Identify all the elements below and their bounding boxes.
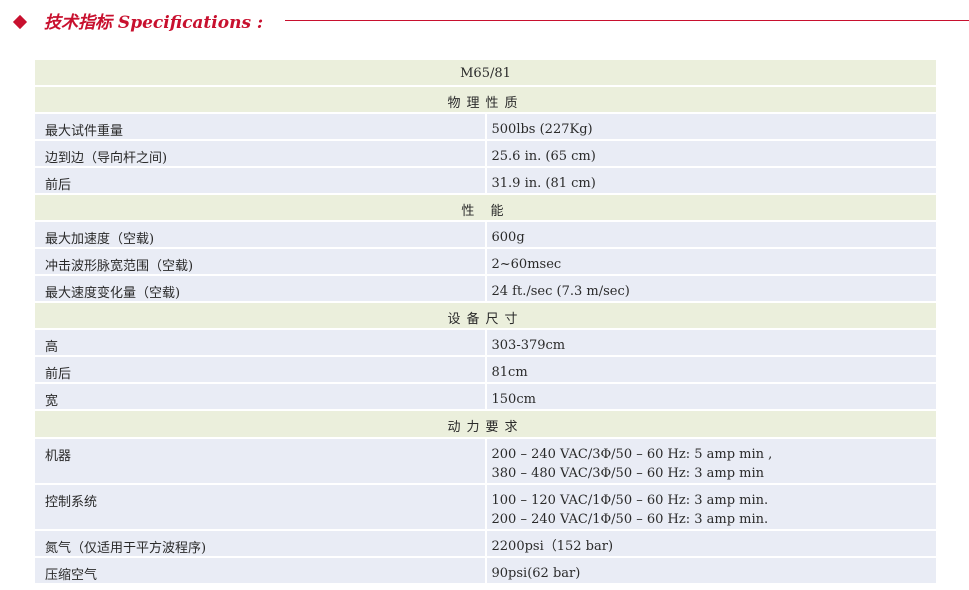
section-title: 物理性质 (33, 85, 938, 114)
spec-row: 最大试件重量 500lbs (227Kg) (33, 112, 938, 141)
spec-value: 2200psi（152 bar) (484, 529, 938, 558)
spec-label: 前后 (33, 355, 487, 384)
section-title: 动力要求 (33, 409, 938, 439)
spec-value: 90psi(62 bar) (484, 556, 938, 585)
specifications-table-body: M65/81 物理性质 最大试件重量 500lbs (227Kg) 边到边（导向杆之间… (33, 58, 938, 585)
spec-label: 最大速度变化量（空载) (33, 274, 487, 303)
section-title: 性 能 (33, 193, 938, 222)
spec-row: 最大速度变化量（空载) 24 ft./sec (7.3 m/sec) (33, 274, 938, 303)
specifications-table: M65/81 物理性质 最大试件重量 500lbs (227Kg) 边到边（导向杆之间… (33, 58, 938, 585)
spec-row: 冲击波形脉宽范围（空载) 2~60msec (33, 247, 938, 276)
section-header-row: 性 能 (33, 193, 938, 222)
spec-value-line: 150cm (491, 392, 536, 407)
spec-value-line: 81cm (491, 365, 528, 380)
spec-row: 控制系统 100 – 120 VAC/1Φ/50 – 60 Hz: 3 amp m… (33, 483, 938, 531)
spec-label: 最大试件重量 (33, 112, 487, 141)
spec-value-line: 90psi(62 bar) (491, 566, 581, 581)
spec-value: 2~60msec (484, 247, 938, 276)
spec-label: 控制系统 (33, 483, 487, 531)
section-header-row: 设备尺寸 (33, 301, 938, 330)
spec-label: 压缩空气 (33, 556, 487, 585)
spec-label: 氮气（仅适用于平方波程序) (33, 529, 487, 558)
spec-value-line: 303-379cm (491, 338, 566, 353)
spec-value: 303-379cm (484, 328, 938, 357)
spec-row: 机器 200 – 240 VAC/3Φ/50 – 60 Hz: 5 amp min… (33, 437, 938, 485)
spec-label: 机器 (33, 437, 487, 485)
spec-row: 宽 150cm (33, 382, 938, 411)
spec-value: 24 ft./sec (7.3 m/sec) (484, 274, 938, 303)
spec-value-line: 100 – 120 VAC/1Φ/50 – 60 Hz: 3 amp min. (491, 493, 769, 508)
spec-value-line: 500lbs (227Kg) (491, 122, 593, 137)
spec-value-line: 25.6 in. (65 cm) (491, 149, 596, 164)
spec-value-line: 600g (491, 230, 525, 245)
spec-row: 前后 31.9 in. (81 cm) (33, 166, 938, 195)
header-divider (285, 20, 969, 21)
spec-row: 压缩空气 90psi(62 bar) (33, 556, 938, 585)
section-header: 技术指标 Specifications : (10, 6, 969, 36)
spec-value-line: 2~60msec (491, 257, 562, 272)
spec-value-line: 200 – 240 VAC/1Φ/50 – 60 Hz: 3 amp min. (491, 512, 769, 527)
spec-label: 冲击波形脉宽范围（空载) (33, 247, 487, 276)
section-title: 设备尺寸 (33, 301, 938, 330)
spec-label: 前后 (33, 166, 487, 195)
spec-value-line: 24 ft./sec (7.3 m/sec) (491, 284, 630, 299)
specifications-table-container: M65/81 物理性质 最大试件重量 500lbs (227Kg) 边到边（导向杆之间… (33, 58, 938, 585)
spec-value: 600g (484, 220, 938, 249)
section-header-row: 物理性质 (33, 85, 938, 114)
spec-label: 宽 (33, 382, 487, 411)
diamond-bullet-icon (12, 14, 28, 30)
spec-value-line: 2200psi（152 bar) (491, 539, 614, 554)
spec-row: 前后 81cm (33, 355, 938, 384)
spec-value: 500lbs (227Kg) (484, 112, 938, 141)
spec-value: 150cm (484, 382, 938, 411)
model-row: M65/81 (33, 58, 938, 87)
spec-value: 25.6 in. (65 cm) (484, 139, 938, 168)
spec-label: 边到边（导向杆之间) (33, 139, 487, 168)
spec-value-line: 200 – 240 VAC/3Φ/50 – 60 Hz: 5 amp min , (491, 447, 773, 462)
spec-value: 100 – 120 VAC/1Φ/50 – 60 Hz: 3 amp min. 2… (484, 483, 938, 531)
page-title: 技术指标 Specifications : (44, 13, 264, 33)
spec-label: 高 (33, 328, 487, 357)
spec-row: 最大加速度（空载) 600g (33, 220, 938, 249)
section-header-row: 动力要求 (33, 409, 938, 439)
spec-value: 200 – 240 VAC/3Φ/50 – 60 Hz: 5 amp min ,… (484, 437, 938, 485)
spec-row: 氮气（仅适用于平方波程序) 2200psi（152 bar) (33, 529, 938, 558)
model-cell: M65/81 (33, 58, 938, 87)
spec-row: 高 303-379cm (33, 328, 938, 357)
spec-value-line: 31.9 in. (81 cm) (491, 176, 596, 191)
spec-value: 81cm (484, 355, 938, 384)
spec-value-line: 380 – 480 VAC/3Φ/50 – 60 Hz: 3 amp min (491, 466, 765, 481)
spec-value: 31.9 in. (81 cm) (484, 166, 938, 195)
spec-label: 最大加速度（空载) (33, 220, 487, 249)
spec-row: 边到边（导向杆之间) 25.6 in. (65 cm) (33, 139, 938, 168)
